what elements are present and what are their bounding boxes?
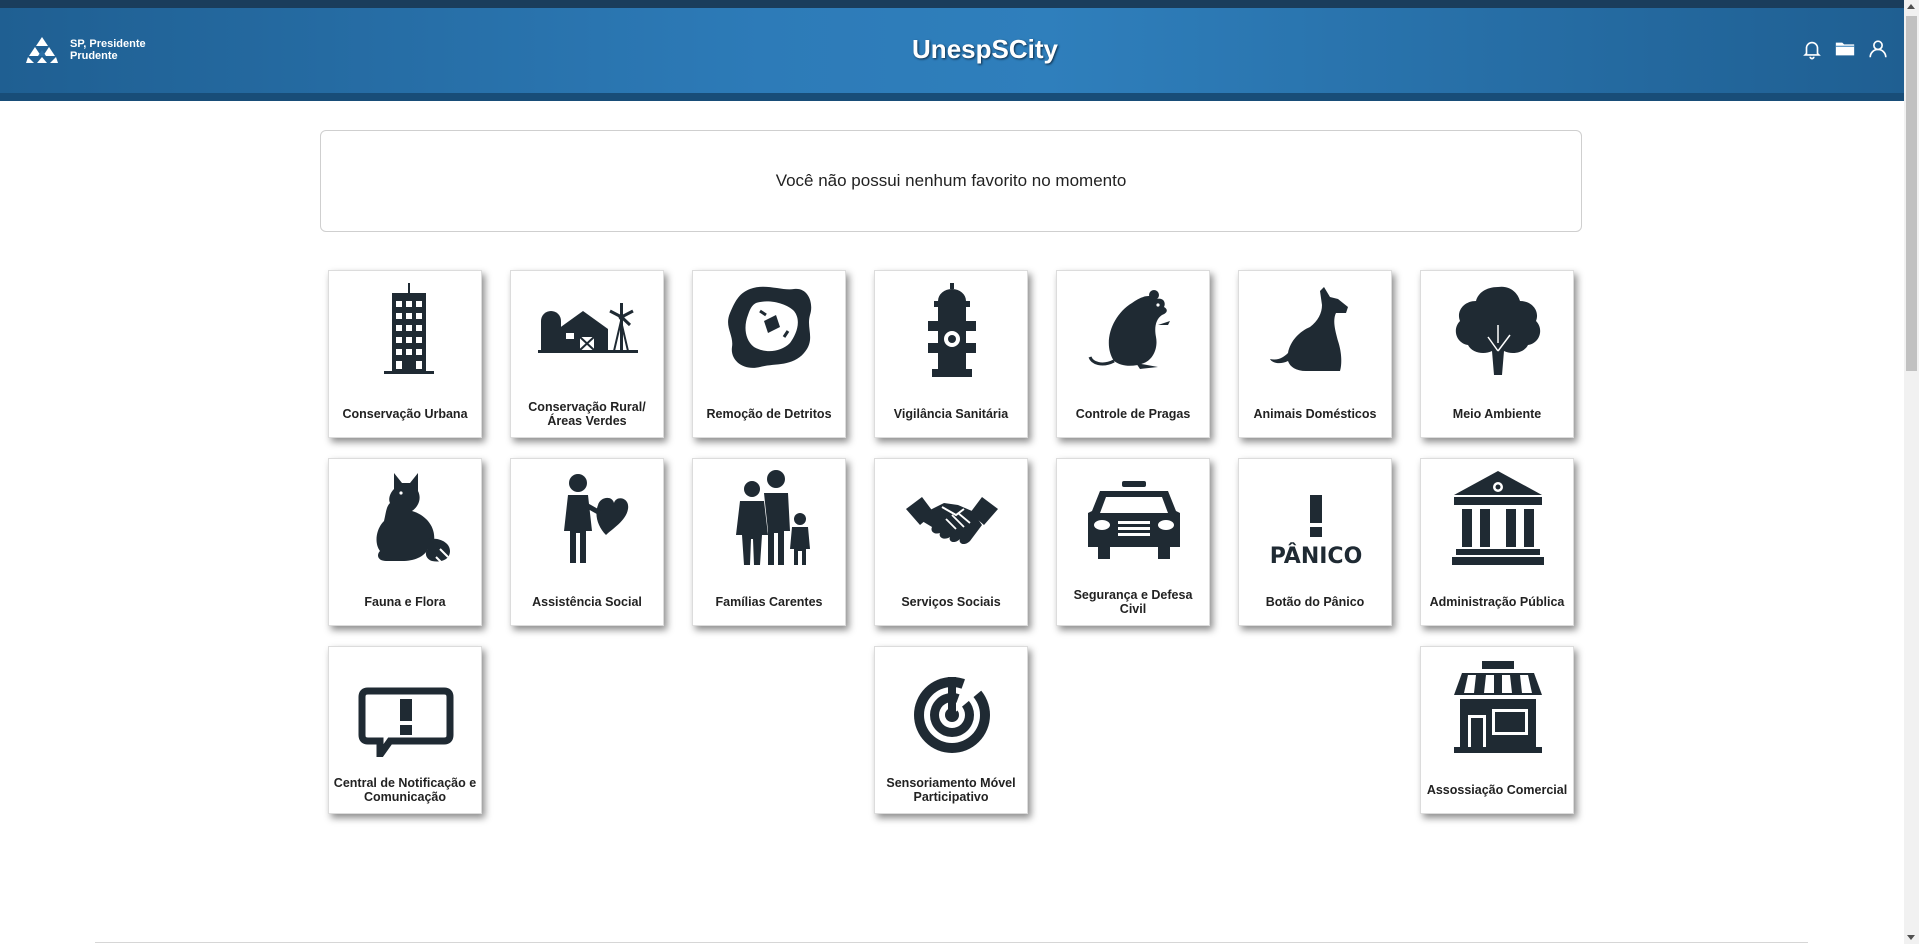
tile-animais-domesticos[interactable]: Animais Domésticos <box>1238 270 1392 438</box>
app-header: SP, Presidente Prudente UnespSCity <box>0 0 1904 101</box>
tile-vigilancia-sanitaria[interactable]: Vigilância Sanitária <box>874 270 1028 438</box>
tile-fauna-flora[interactable]: Fauna e Flora <box>328 458 482 626</box>
scroll-up-arrow-icon[interactable] <box>1907 4 1915 9</box>
police-car-icon <box>1088 481 1180 559</box>
tile-assossiacao-comercial[interactable]: Assossiação Comercial <box>1420 646 1574 814</box>
handshake-icon <box>906 497 998 545</box>
shop-icon <box>1454 661 1542 753</box>
page-scrollbar[interactable] <box>1904 0 1919 944</box>
tree-icon <box>1455 286 1541 375</box>
tile-label: Vigilância Sanitária <box>893 407 1009 421</box>
tile-label: Central de Notificação e Comunicação <box>333 776 477 804</box>
government-building-icon <box>1452 471 1544 565</box>
tile-label: Assistência Social <box>532 595 642 609</box>
tile-label: Assossiação Comercial <box>1426 783 1568 797</box>
tile-servicos-sociais[interactable]: Serviços Sociais <box>874 458 1028 626</box>
debris-icon <box>728 286 812 368</box>
farm-icon <box>538 303 638 353</box>
tile-sensoriamento-movel[interactable]: Sensoriamento Móvel Participativo <box>874 646 1028 814</box>
favorites-empty-message: Você não possui nenhum favorito no momen… <box>775 171 1127 190</box>
header-bottom-strip <box>0 93 1904 101</box>
building-icon <box>384 283 434 374</box>
tile-label: Meio Ambiente <box>1452 407 1542 421</box>
tile-label: Conservação Rural/Áreas Verdes <box>528 400 646 428</box>
tile-label: Administração Pública <box>1429 595 1565 609</box>
tile-label: Conservação Urbana <box>342 407 468 421</box>
tile-label: Animais Domésticos <box>1253 407 1377 421</box>
dog-icon <box>1270 287 1348 371</box>
tile-central-notificacao[interactable]: Central de Notificação e Comunicação <box>328 646 482 814</box>
app-title: UnespSCity <box>912 34 1058 64</box>
tile-familias-carentes[interactable]: Famílias Carentes <box>692 458 846 626</box>
tile-label: Controle de Pragas <box>1075 407 1191 421</box>
tile-administracao-publica[interactable]: Administração Pública <box>1420 458 1574 626</box>
tile-label: Sensoriamento Móvel Participativo <box>886 776 1016 804</box>
tile-conservacao-urbana[interactable]: Conservação Urbana <box>328 270 482 438</box>
bell-icon[interactable] <box>1801 38 1823 60</box>
tile-label: Famílias Carentes <box>715 595 823 609</box>
tile-controle-pragas[interactable]: Controle de Pragas <box>1056 270 1210 438</box>
header-top-strip <box>0 0 1904 8</box>
user-icon[interactable] <box>1867 38 1889 60</box>
tile-label: Serviços Sociais <box>901 595 1001 609</box>
tile-remocao-detritos[interactable]: Remoção de Detritos <box>692 270 846 438</box>
tile-label: Remoção de Detritos <box>706 407 832 421</box>
sensor-icon <box>914 671 990 753</box>
family-icon <box>736 470 810 565</box>
tile-assistencia-social[interactable]: Assistência Social <box>510 458 664 626</box>
scrollbar-thumb[interactable] <box>1906 16 1917 371</box>
page: SP, Presidente Prudente UnespSCity Você … <box>0 0 1919 944</box>
footer-divider <box>95 942 1808 943</box>
tile-meio-ambiente[interactable]: Meio Ambiente <box>1420 270 1574 438</box>
scroll-down-arrow-icon[interactable] <box>1907 935 1915 940</box>
tile-label: Segurança e Defesa Civil <box>1073 588 1193 616</box>
favorites-panel: Você não possui nenhum favorito no momen… <box>320 130 1582 232</box>
panic-icon: PÂNICO <box>1270 495 1363 569</box>
panic-icon-text: PÂNICO <box>1270 543 1363 569</box>
tile-seguranca-defesa-civil[interactable]: Segurança e Defesa Civil <box>1056 458 1210 626</box>
fire-hydrant-icon <box>928 283 976 377</box>
tile-label: Fauna e Flora <box>364 595 446 609</box>
tile-botao-panico[interactable]: PÂNICO Botão do Pânico <box>1238 458 1392 626</box>
rat-icon <box>1088 290 1170 369</box>
fox-icon <box>376 473 450 564</box>
notification-bubble-icon <box>358 687 454 757</box>
person-heart-icon <box>564 474 629 563</box>
folder-icon[interactable] <box>1834 38 1856 60</box>
tile-conservacao-rural[interactable]: Conservação Rural/Áreas Verdes <box>510 270 664 438</box>
tile-label: Botão do Pânico <box>1265 595 1365 609</box>
